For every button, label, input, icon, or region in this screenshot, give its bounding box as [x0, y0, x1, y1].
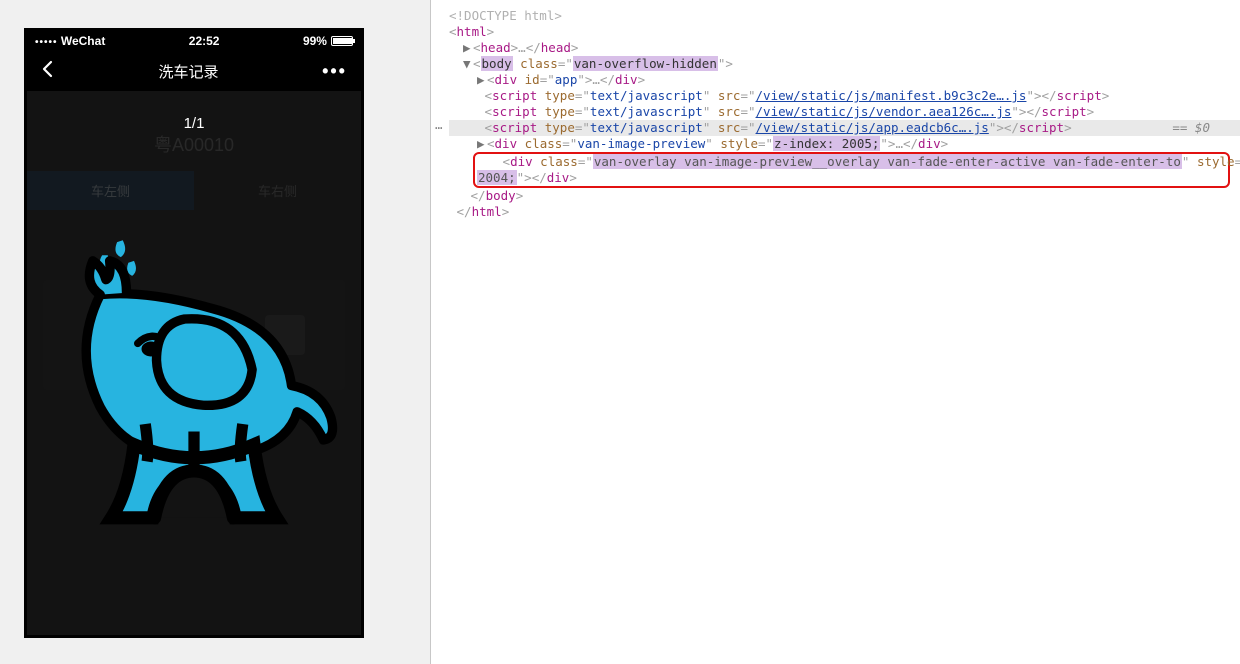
dom-node-body-open[interactable]: ▼<body class="van-overflow-hidden"> — [449, 56, 1240, 72]
status-battery: 99% — [303, 34, 353, 48]
selected-node-indicator: == $0 — [1172, 120, 1210, 136]
dom-node-head[interactable]: ▶<head>…</head> — [449, 40, 1240, 56]
highlighted-dom-node-box: <div class="van-overlay van-image-previe… — [473, 152, 1230, 188]
status-time: 22:52 — [189, 34, 220, 48]
image-preview-counter: 1/1 — [27, 115, 361, 132]
dom-node-html-open[interactable]: <html> — [449, 24, 1240, 40]
nav-bar: 洗车记录 ••• — [27, 51, 361, 91]
status-bar: WeChat 22:52 99% — [27, 31, 361, 51]
dom-node-body-close[interactable]: </body> — [449, 188, 1240, 204]
tab-left-side[interactable]: 车左侧 — [27, 171, 194, 210]
tab-right-side[interactable]: 车右侧 — [194, 171, 361, 210]
dom-node-script-1[interactable]: <script type="text/javascript" src="/vie… — [449, 88, 1240, 104]
page-title: 洗车记录 — [159, 61, 219, 82]
dom-node-html-close[interactable]: </html> — [449, 204, 1240, 220]
dom-node-script-2[interactable]: <script type="text/javascript" src="/vie… — [449, 104, 1240, 120]
phone-emulator-pane: WeChat 22:52 99% 洗车记录 ••• — [0, 0, 430, 664]
phone-body: 粤A00010 车左侧 车右侧 1/1 — [27, 91, 361, 635]
more-button[interactable]: ••• — [322, 61, 347, 82]
dom-doctype[interactable]: <!DOCTYPE html> — [449, 8, 1240, 24]
chevron-left-icon — [41, 60, 55, 78]
back-button[interactable] — [41, 60, 55, 83]
dom-node-overlay-cont[interactable]: 2004;"></div> — [477, 170, 1226, 186]
image-preview[interactable] — [27, 211, 361, 551]
dom-node-image-preview[interactable]: ▶<div class="van-image-preview" style="z… — [449, 136, 1240, 152]
elements-panel[interactable]: <!DOCTYPE html> <html> ▶<head>…</head> ▼… — [431, 0, 1240, 664]
status-carrier: WeChat — [35, 34, 105, 48]
elephant-logo-image — [44, 224, 344, 539]
dom-node-app[interactable]: ▶<div id="app">…</div> — [449, 72, 1240, 88]
dom-node-script-3-selected[interactable]: <script type="text/javascript" src="/vie… — [449, 120, 1240, 136]
battery-icon — [331, 36, 353, 46]
phone-device: WeChat 22:52 99% 洗车记录 ••• — [24, 28, 364, 638]
more-icon: ••• — [322, 61, 347, 81]
dom-node-overlay[interactable]: <div class="van-overlay van-image-previe… — [477, 154, 1226, 170]
